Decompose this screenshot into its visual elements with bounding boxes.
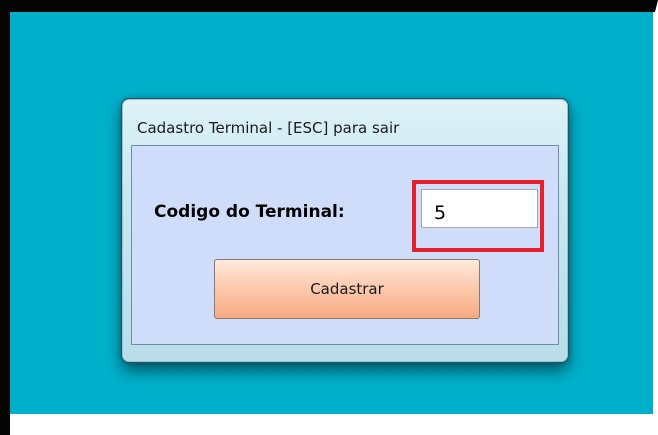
dialog-client-area: Codigo do Terminal: Cadastrar xyxy=(131,145,559,345)
title-bar[interactable]: Cadastro Terminal - [ESC] para sair xyxy=(123,100,567,146)
cadastro-terminal-dialog: Cadastro Terminal - [ESC] para sair Codi… xyxy=(122,99,568,362)
window-title: Cadastro Terminal - [ESC] para sair xyxy=(137,119,400,137)
desktop-background: Cadastro Terminal - [ESC] para sair Codi… xyxy=(10,12,653,414)
terminal-code-input[interactable] xyxy=(421,189,538,228)
terminal-code-label: Codigo do Terminal: xyxy=(154,202,345,222)
cadastrar-button[interactable]: Cadastrar xyxy=(214,259,480,319)
